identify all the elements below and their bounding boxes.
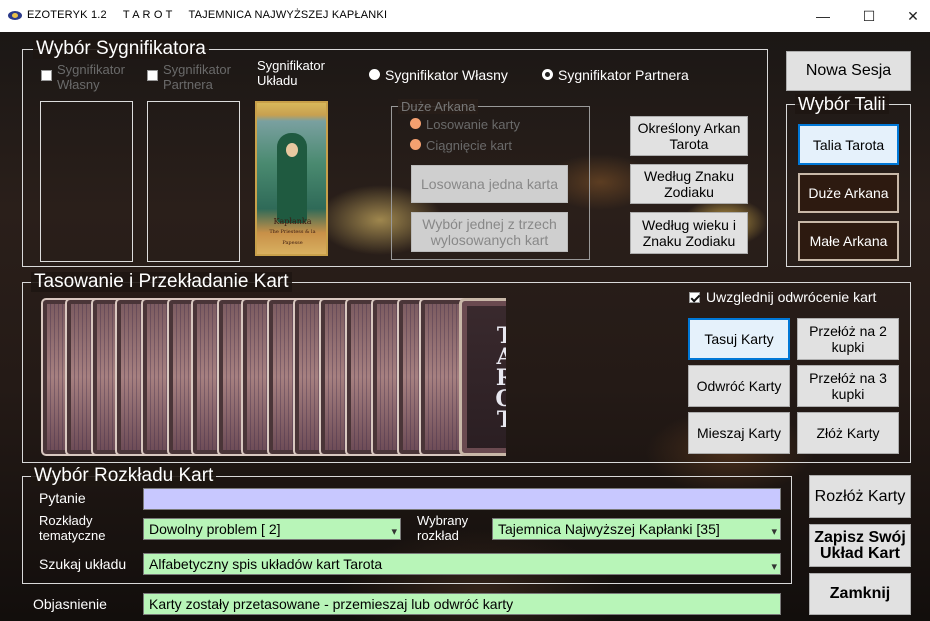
maximize-button[interactable]: ☐	[846, 0, 892, 32]
radio-own[interactable]	[369, 69, 380, 80]
male-arkana-button[interactable]: Małe Arkana	[798, 221, 899, 261]
wybrany-label: Wybrany rozkład	[417, 513, 469, 543]
pytanie-label: Pytanie	[39, 490, 86, 506]
okreslony-arkan-button[interactable]: Określony Arkan Tarota	[630, 116, 748, 156]
tematyczne-value: Dowolny problem [ 2]	[149, 521, 281, 537]
wedlug-znaku-button[interactable]: Według Znaku Zodiaku	[630, 164, 748, 204]
priestess-face	[286, 143, 298, 157]
przeloz-2-button[interactable]: Przełóż na 2 kupki	[797, 318, 899, 360]
losowana-jedna-button[interactable]: Losowana jedna karta	[411, 165, 568, 203]
radio-own-label: Sygnifikator Własny	[385, 67, 508, 83]
radio-partner-label: Sygnifikator Partnera	[558, 67, 689, 83]
zamknij-button[interactable]: Zamknij	[809, 573, 911, 615]
pytanie-input[interactable]	[143, 488, 781, 510]
tasowanie-legend: Tasowanie i Przekładanie Kart	[31, 272, 292, 292]
objasnienie-label: Objasnienie	[33, 596, 107, 612]
radio-partner[interactable]	[542, 69, 553, 80]
close-window-button[interactable]: ✕	[890, 0, 930, 32]
duze-arkana-legend: Duże Arkana	[398, 99, 479, 114]
tematyczne-select[interactable]: Dowolny problem [ 2] ▾	[143, 518, 401, 540]
objasnienie-field: Karty zostały przetasowane - przemieszaj…	[143, 593, 781, 615]
odwrocenie-label: Uwzglednij odwrócenie kart	[706, 289, 877, 305]
przeloz-3-button[interactable]: Przełóż na 3 kupki	[797, 365, 899, 407]
odwrocenie-checkbox[interactable]	[689, 292, 700, 303]
own-significator-checkbox[interactable]	[41, 70, 52, 81]
partner-significator-checkbox[interactable]	[147, 70, 158, 81]
szukaj-label: Szukaj układu	[39, 556, 127, 572]
window-title: EZOTERYK 1.2 T A R O T TAJEMNICA NAJWYŻS…	[27, 9, 388, 21]
tematyczne-label: Rozkłady tematyczne	[39, 513, 106, 543]
radio-ciagniecie[interactable]	[410, 139, 421, 150]
wybor-z-trzech-button[interactable]: Wybór jednej z trzech wylosowanych kart	[411, 212, 568, 252]
own-significator-label: Sygnifikator Własny	[57, 62, 125, 92]
talia-tarota-button[interactable]: Talia Tarota	[798, 124, 899, 165]
tarot-card-text: TAROT	[495, 323, 506, 433]
szukaj-value: Alfabetyczny spis układów kart Tarota	[149, 556, 383, 572]
partner-significator-slot[interactable]	[147, 101, 240, 262]
duze-arkana-button[interactable]: Duże Arkana	[798, 173, 899, 213]
app-eye-icon	[8, 11, 22, 20]
zapisz-uklad-button[interactable]: Zapisz Swój Układ Kart	[809, 524, 911, 567]
card-deck[interactable]: TAROT	[41, 298, 506, 456]
title-bar: EZOTERYK 1.2 T A R O T TAJEMNICA NAJWYŻS…	[0, 0, 930, 32]
sygnifikator-legend: Wybór Sygnifikatora	[33, 39, 209, 59]
top-deck-card: TAROT	[459, 298, 506, 456]
priestess-card-image[interactable]: Kapłanka The Priestess & la Papesse	[255, 101, 328, 256]
minimize-button[interactable]: —	[800, 0, 846, 32]
wybrany-value: Tajemnica Najwyższej Kapłanki [35]	[498, 521, 720, 537]
chevron-down-icon[interactable]: ▾	[771, 522, 777, 539]
radio-losowanie[interactable]	[410, 118, 421, 129]
layout-significator-label: Sygnifikator Układu	[257, 58, 325, 88]
rozloz-karty-button[interactable]: Rozłóż Karty	[809, 475, 911, 518]
card-caption: Kapłanka The Priestess & la Papesse	[269, 217, 316, 246]
talia-legend: Wybór Talii	[795, 94, 889, 114]
radio-losowanie-label: Losowanie karty	[426, 117, 520, 132]
own-significator-slot[interactable]	[40, 101, 133, 262]
szukaj-select[interactable]: Alfabetyczny spis układów kart Tarota ▾	[143, 553, 781, 575]
radio-ciagniecie-label: Ciągnięcie kart	[426, 138, 512, 153]
chevron-down-icon[interactable]: ▾	[391, 522, 397, 539]
wedlug-wieku-button[interactable]: Według wieku i Znaku Zodiaku	[630, 212, 748, 254]
zloz-karty-button[interactable]: Złóż Karty	[797, 412, 899, 454]
mieszaj-karty-button[interactable]: Mieszaj Karty	[688, 412, 790, 454]
nowa-sesja-button[interactable]: Nowa Sesja	[786, 51, 911, 91]
chevron-down-icon[interactable]: ▾	[771, 557, 777, 574]
app-window: EZOTERYK 1.2 T A R O T TAJEMNICA NAJWYŻS…	[0, 0, 930, 621]
partner-significator-label: Sygnifikator Partnera	[163, 62, 231, 92]
tasuj-karty-button[interactable]: Tasuj Karty	[688, 318, 790, 360]
rozklad-legend: Wybór Rozkładu Kart	[31, 466, 217, 486]
wybrany-select[interactable]: Tajemnica Najwyższej Kapłanki [35] ▾	[492, 518, 781, 540]
odwroc-karty-button[interactable]: Odwróć Karty	[688, 365, 790, 407]
